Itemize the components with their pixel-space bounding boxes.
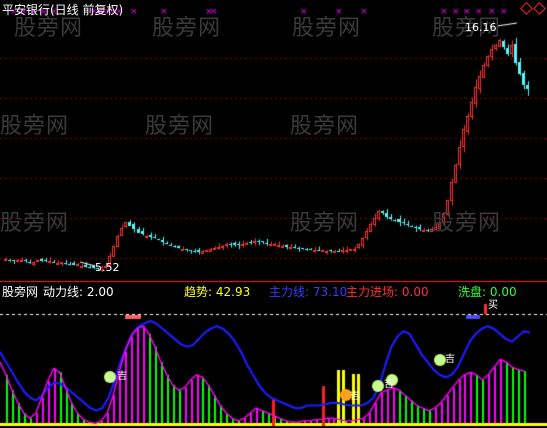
indicator-main-entry-key: 主力进场 <box>346 285 395 299</box>
price-high-label: 16.16 <box>465 21 497 34</box>
indicator-main-line-key: 主力线 <box>269 285 306 299</box>
buy-signal-label: 买 <box>488 300 498 311</box>
indicator-dongli-key: 动力线 <box>43 285 80 299</box>
chart-title: 平安银行(日线 前复权) <box>2 3 124 17</box>
indicator-wash: 洗盘: 0.00 <box>458 285 517 299</box>
indicator-trend-value: 42.93 <box>215 285 251 299</box>
indicator-trend-key: 趋势 <box>184 285 209 299</box>
indicator-main-line-value: 73.10 <box>312 285 348 299</box>
tag-label: 吉 <box>445 354 455 365</box>
indicator-source-label: 股旁网 <box>2 285 39 299</box>
price-low-label: 5.52 <box>95 261 120 274</box>
indicator-wash-key: 洗盘 <box>458 285 483 299</box>
tag-label: 吉 <box>384 379 394 390</box>
indicator-trend: 趋势: 42.93 <box>184 285 251 299</box>
tag-label: 吉 <box>117 371 127 382</box>
indicator-wash-value: 0.00 <box>489 285 517 299</box>
indicator-main-entry: 主力进场: 0.00 <box>346 285 429 299</box>
indicator-main-entry-value: 0.00 <box>401 285 429 299</box>
tag-label: 吉 <box>350 391 360 402</box>
indicator-main-line: 主力线: 73.10 <box>269 285 348 299</box>
indicator-dongli-value: 2.00 <box>86 285 114 299</box>
stock-chart-canvas[interactable] <box>0 0 547 428</box>
indicator-dongli: 动力线: 2.00 <box>43 285 114 299</box>
